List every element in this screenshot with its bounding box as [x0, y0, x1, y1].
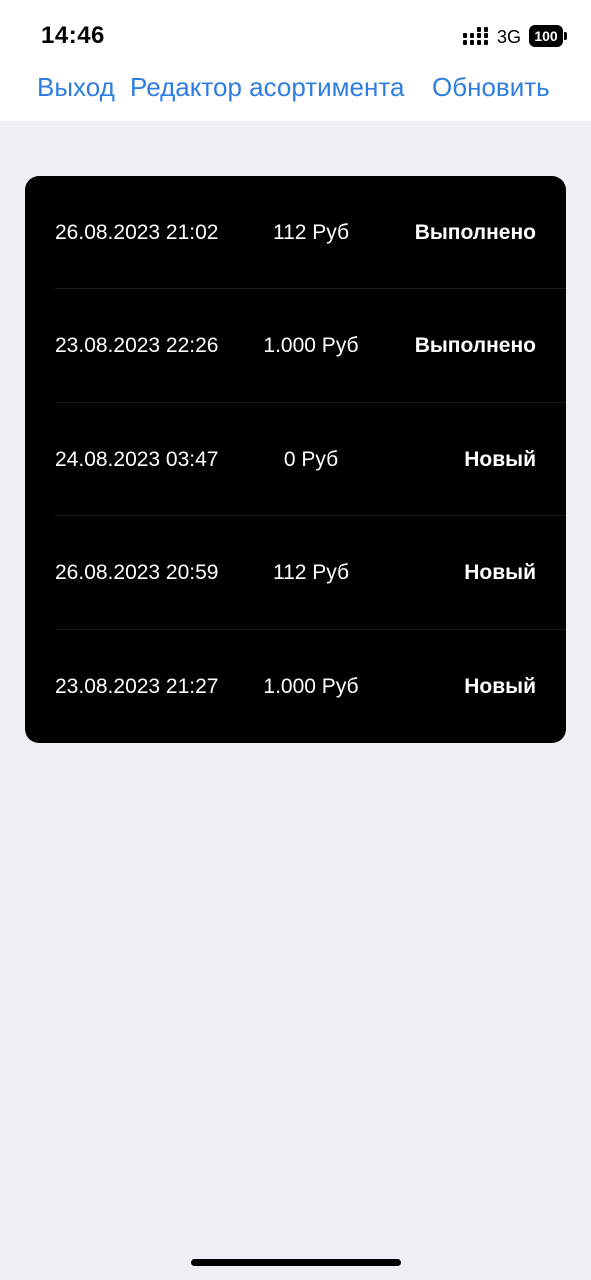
- home-indicator[interactable]: [191, 1259, 401, 1266]
- order-row[interactable]: 23.08.2023 21:27 1.000 Руб Новый: [25, 630, 566, 743]
- battery-level: 100: [534, 28, 558, 44]
- network-type: 3G: [497, 27, 522, 47]
- order-date: 26.08.2023 21:02: [55, 221, 219, 244]
- order-row[interactable]: 26.08.2023 21:02 112 Руб Выполнено: [25, 176, 566, 290]
- status-bar: 14:46 3G 100: [0, 0, 591, 64]
- refresh-button[interactable]: Обновить: [432, 72, 550, 103]
- exit-button[interactable]: Выход: [37, 72, 115, 103]
- order-status: Выполнено: [414, 221, 536, 244]
- battery-icon: 100: [529, 25, 569, 47]
- order-amount: 1.000 Руб: [263, 674, 359, 698]
- order-amount: 112 Руб: [272, 221, 350, 244]
- order-status: Выполнено: [414, 334, 536, 358]
- order-date: 23.08.2023 22:26: [55, 334, 219, 358]
- order-amount: 112 Руб: [272, 561, 350, 585]
- order-row[interactable]: 24.08.2023 03:47 0 Руб Новый: [25, 403, 566, 517]
- nav-bar: Выход Редактор асортимента Обновить: [0, 64, 591, 112]
- order-row[interactable]: 26.08.2023 20:59 112 Руб Новый: [25, 516, 566, 630]
- order-amount: 0 Руб: [283, 447, 339, 471]
- order-date: 24.08.2023 03:47: [55, 447, 219, 471]
- order-row[interactable]: 23.08.2023 22:26 1.000 Руб Выполнено: [25, 289, 566, 403]
- battery-tip: [564, 32, 567, 40]
- order-status: Новый: [464, 447, 536, 471]
- order-date: 23.08.2023 21:27: [55, 674, 219, 698]
- status-time: 14:46: [41, 22, 105, 49]
- signal-icon: [463, 27, 488, 45]
- order-amount: 1.000 Руб: [263, 334, 359, 358]
- order-date: 26.08.2023 20:59: [55, 561, 219, 585]
- orders-list: 26.08.2023 21:02 112 Руб Выполнено 23.08…: [25, 176, 566, 743]
- assortment-editor-button[interactable]: Редактор асортимента: [130, 72, 404, 103]
- top-header: 14:46 3G 100 Выход Редактор асортимента …: [0, 0, 591, 121]
- order-status: Новый: [464, 561, 536, 585]
- order-status: Новый: [464, 674, 536, 698]
